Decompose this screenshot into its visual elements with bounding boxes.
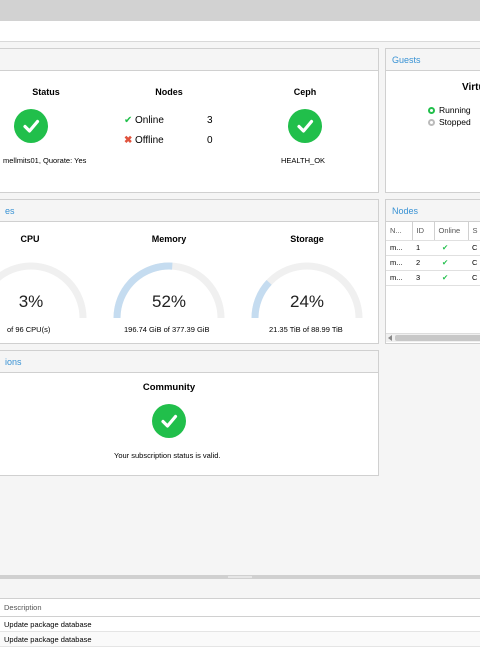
nodes-table: N... ID Online S m... 1 ✔ C m... 2 ✔ C m… [386,222,480,286]
col-s[interactable]: S [468,222,480,241]
cpu-percent: 3% [18,292,44,311]
node-id: 3 [412,270,434,286]
offline-count: 0 [207,135,213,146]
subscription-level: Community [142,382,196,393]
resource-gauges [0,262,363,319]
nodes-panel: Nodes N... ID Online S m... 1 ✔ C m... 2… [385,199,480,344]
guests-panel: Guests Virtu Running Stopped [385,48,480,193]
guests-subtitle: Virtu [462,82,480,93]
node-name: m... [386,240,412,256]
splitter-grip[interactable] [228,576,252,578]
horizontal-scrollbar[interactable] [386,333,480,342]
nodes-panel-header: Nodes [386,200,480,222]
cpu-detail: of 96 CPU(s) [7,325,51,334]
memory-percent: 52% [151,292,187,311]
task-log-grid: Description Update package database Upda… [0,599,480,650]
nodes-table-header: N... ID Online S [386,222,480,241]
table-row[interactable]: Update package database [0,632,480,647]
online-check-icon: ✔ [434,240,468,256]
memory-detail: 196.74 GiB of 377.39 GiB [124,325,210,334]
node-extra: C [468,255,480,271]
node-extra: C [468,240,480,256]
ceph-title: Ceph [293,87,317,97]
node-name: m... [386,255,412,271]
online-check-icon: ✔ [434,270,468,286]
health-panel: Status mellmits01, Quorate: Yes Nodes ✔ … [0,48,379,193]
legend-running: Running [428,105,471,115]
nodes-title: Nodes [155,87,183,97]
table-row[interactable]: m... 2 ✔ C [386,255,480,271]
node-extra: C [468,270,480,286]
col-name[interactable]: N... [386,222,413,241]
nodes-offline-row: ✖ Offline 0 [124,135,213,146]
status-ok-icon [14,109,48,143]
node-id: 1 [412,240,434,256]
table-row[interactable]: Update package database [0,617,480,632]
ceph-health-text: HEALTH_OK [281,156,326,165]
offline-label: Offline [135,135,164,146]
toolbar [0,21,480,42]
online-label: Online [135,115,164,126]
nodes-panel-title: Nodes [392,205,419,216]
scrollbar-thumb[interactable] [395,335,480,341]
legend-stopped: Stopped [428,117,471,127]
resources-panel: es CPU Memory Storage 3% 52% 24% of 96 C… [0,199,379,344]
guests-title: Guests [392,54,421,65]
top-header-bar [0,0,480,21]
table-row[interactable]: m... 3 ✔ C [386,270,480,286]
subscriptions-panel: ions Community Your subscription status … [0,350,379,476]
online-check-icon: ✔ [434,255,468,271]
storage-percent: 24% [289,292,325,311]
table-row[interactable]: m... 1 ✔ C [386,240,480,256]
task-column-description[interactable]: Description [0,599,480,617]
node-id: 2 [412,255,434,271]
subscriptions-panel-header: ions [0,351,378,373]
col-id[interactable]: ID [412,222,435,241]
status-title: Status [32,87,60,97]
nodes-online-row: ✔ Online 3 [124,115,213,126]
online-count: 3 [207,115,213,126]
task-toolbar [0,579,480,599]
subscription-message: Your subscription status is valid. [114,451,221,460]
cluster-info: mellmits01, Quorate: Yes [3,156,87,165]
subscriptions-title: ions [5,356,22,367]
ceph-ok-icon [288,109,322,143]
col-online[interactable]: Online [434,222,469,241]
stopped-label: Stopped [439,117,471,127]
stopped-dot-icon [428,118,435,126]
scroll-left-icon[interactable] [388,335,392,341]
offline-x-icon: ✖ [124,135,133,146]
health-panel-header [0,49,378,71]
storage-detail: 21.35 TiB of 88.99 TiB [269,325,343,334]
running-label: Running [439,105,471,115]
running-dot-icon [428,106,435,114]
online-check-icon: ✔ [124,115,133,126]
node-name: m... [386,270,412,286]
guests-panel-header: Guests [386,49,480,71]
subscription-ok-icon [152,404,186,438]
